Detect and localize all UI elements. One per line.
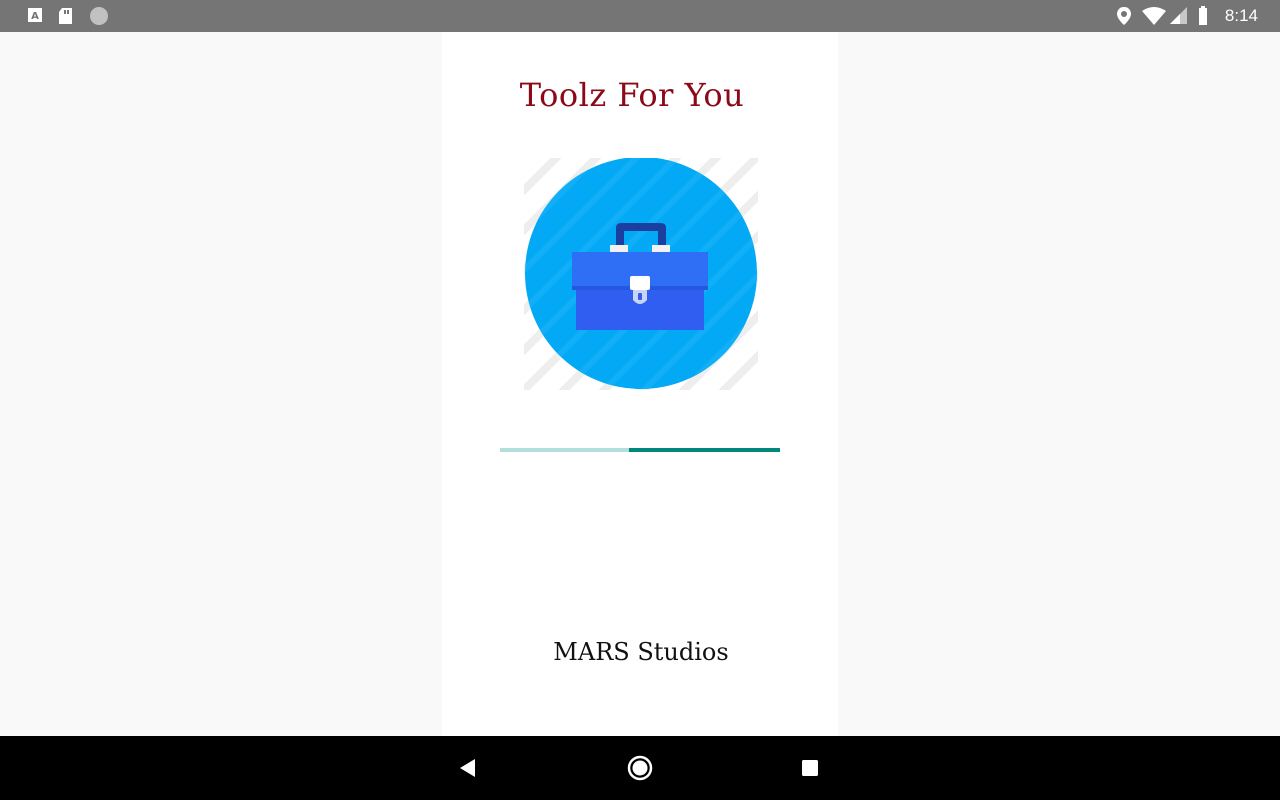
wifi-icon bbox=[1142, 7, 1166, 25]
location-icon bbox=[1117, 7, 1131, 25]
status-clock: 8:14 bbox=[1224, 6, 1258, 25]
loading-progress-bar bbox=[500, 448, 780, 452]
splash-panel: Toolz For You MARS Studios bbox=[442, 32, 838, 736]
svg-text:A: A bbox=[31, 11, 39, 22]
status-bar: A 8:14 bbox=[0, 0, 1280, 32]
progress-indicator bbox=[628, 448, 780, 452]
notification-icons: A bbox=[28, 7, 108, 25]
briefcase-icon bbox=[524, 158, 758, 390]
studio-label: MARS Studios bbox=[553, 638, 729, 666]
signal-icon bbox=[1170, 7, 1187, 24]
sd-card-icon bbox=[59, 8, 72, 24]
font-a-icon: A bbox=[28, 8, 42, 22]
battery-icon bbox=[1199, 6, 1207, 25]
system-status-icons bbox=[1117, 6, 1207, 25]
back-icon[interactable] bbox=[454, 754, 482, 782]
app-area: Toolz For You MARS Studios bbox=[0, 32, 1280, 736]
home-icon[interactable] bbox=[626, 754, 654, 782]
recents-icon[interactable] bbox=[796, 754, 824, 782]
nav-bar bbox=[0, 736, 1280, 800]
circle-dot-icon bbox=[90, 7, 108, 25]
app-title: Toolz For You bbox=[519, 76, 745, 114]
